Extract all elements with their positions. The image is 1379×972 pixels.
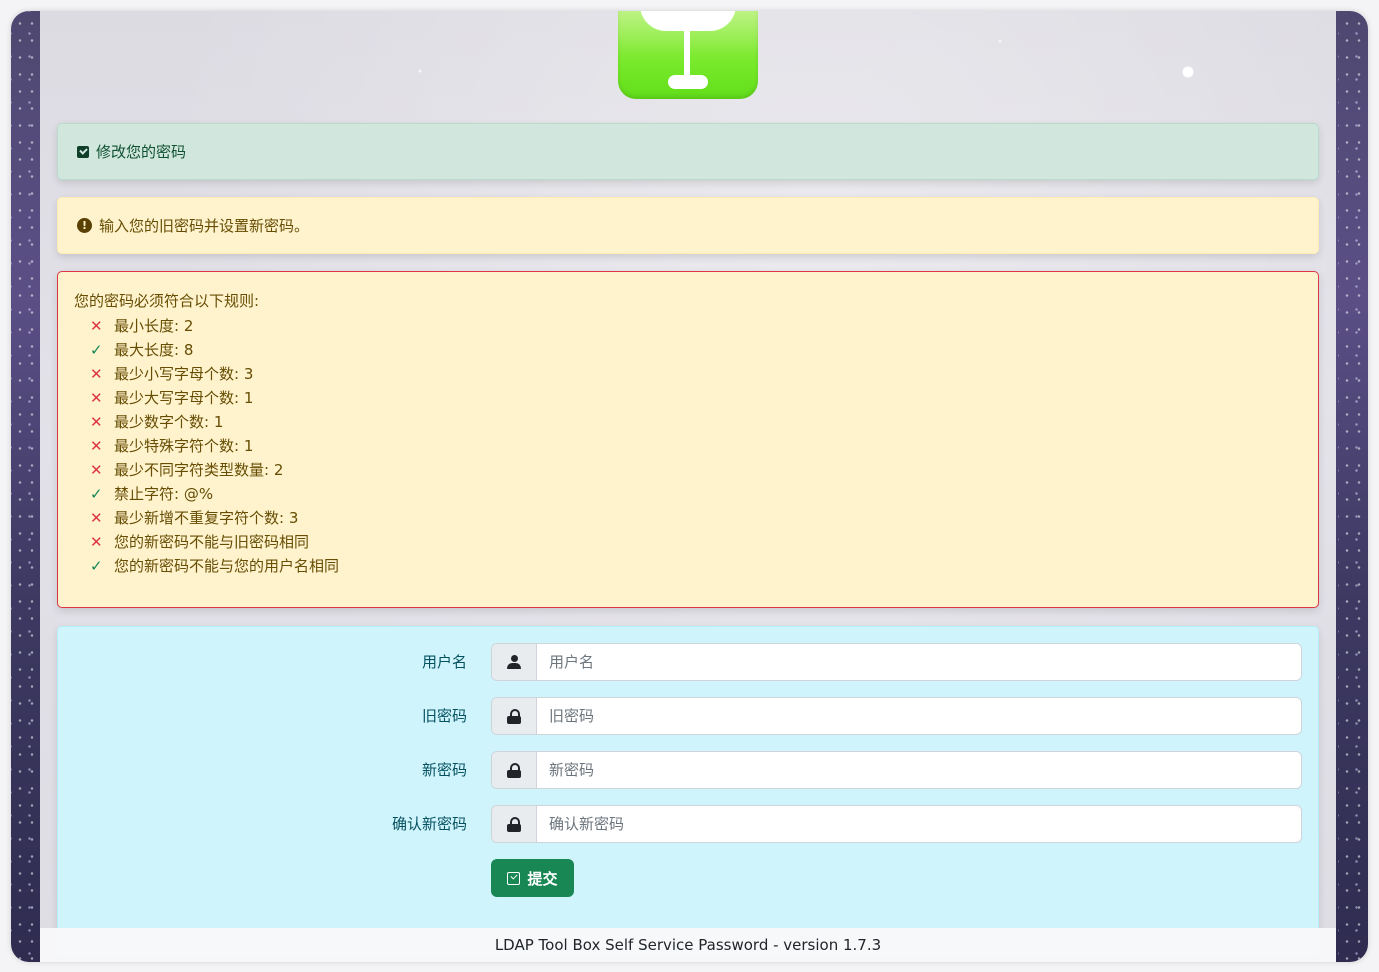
submit-label: 提交 <box>527 869 558 888</box>
exclamation-circle-icon: ! <box>77 218 92 233</box>
confirm-password-addon <box>492 806 537 842</box>
ltb-logo <box>618 11 758 99</box>
background-starfield-left <box>11 11 41 962</box>
logo-cloud <box>640 11 736 31</box>
rule-item: ✕ 最少新增不重复字符个数: 3 <box>90 506 339 530</box>
rules-title: 您的密码必须符合以下规则: <box>74 292 260 310</box>
rule-item: ✕ 您的新密码不能与旧密码相同 <box>90 530 339 554</box>
instruction-alert-row: ! 输入您的旧密码并设置新密码。 <box>77 198 309 253</box>
confirm-password-input-group <box>491 805 1302 843</box>
new-password-input[interactable] <box>537 752 1301 788</box>
fail-x-icon: ✕ <box>90 413 103 431</box>
rule-text: 最大长度: 8 <box>114 341 194 359</box>
fail-x-icon: ✕ <box>90 533 103 551</box>
old-password-input[interactable] <box>537 698 1301 734</box>
rule-text: 您的新密码不能与您的用户名相同 <box>114 557 340 575</box>
rule-text: 最少数字个数: 1 <box>114 413 224 431</box>
rule-item: ✕ 最少大写字母个数: 1 <box>90 386 339 410</box>
rule-item: ✕ 最少特殊字符个数: 1 <box>90 434 339 458</box>
rule-text: 最少小写字母个数: 3 <box>114 365 254 383</box>
pass-check-icon: ✓ <box>90 485 103 503</box>
pass-check-icon: ✓ <box>90 341 103 359</box>
fail-x-icon: ✕ <box>90 437 103 455</box>
old-password-label: 旧密码 <box>421 707 467 725</box>
rule-text: 禁止字符: @% <box>114 485 214 503</box>
old-password-input-group <box>491 697 1302 735</box>
username-row: 用户名 <box>58 643 1318 681</box>
fail-x-icon: ✕ <box>90 365 103 383</box>
old-password-addon <box>492 698 537 734</box>
check-square-icon <box>507 871 521 885</box>
instruction-alert: ! 输入您的旧密码并设置新密码。 <box>57 197 1319 254</box>
fail-x-icon: ✕ <box>90 389 103 407</box>
confirm-password-label: 确认新密码 <box>391 815 467 833</box>
fail-x-icon: ✕ <box>90 509 103 527</box>
instruction-text: 输入您的旧密码并设置新密码。 <box>99 217 310 235</box>
rule-item: ✕ 最少数字个数: 1 <box>90 410 339 434</box>
change-password-alert: 修改您的密码 <box>57 123 1319 180</box>
new-password-input-group <box>491 751 1302 789</box>
username-input[interactable] <box>537 644 1301 680</box>
username-input-group <box>491 643 1302 681</box>
pass-check-icon: ✓ <box>90 557 103 575</box>
rule-text: 最少特殊字符个数: 1 <box>114 437 254 455</box>
logo-stem <box>684 29 690 77</box>
new-password-row: 新密码 <box>58 751 1318 789</box>
rule-text: 最少大写字母个数: 1 <box>114 389 254 407</box>
password-rules-alert: 您的密码必须符合以下规则: ✕ 最小长度: 2 ✓ 最大长度: 8 ✕ 最少小写字母个… <box>57 271 1319 608</box>
rule-text: 最少不同字符类型数量: 2 <box>114 461 284 479</box>
new-password-addon <box>492 752 537 788</box>
rule-text: 最少新增不重复字符个数: 3 <box>114 509 299 527</box>
confirm-password-input[interactable] <box>537 806 1301 842</box>
password-form-panel: 用户名 旧密码 新密码 <box>57 626 1319 956</box>
logo-base <box>668 75 708 89</box>
lock-icon <box>507 816 521 832</box>
rule-item: ✕ 最少不同字符类型数量: 2 <box>90 458 339 482</box>
change-password-alert-row: 修改您的密码 <box>77 124 186 179</box>
background-starfield-right <box>1338 11 1368 962</box>
browser-window: 修改您的密码 ! 输入您的旧密码并设置新密码。 您的密码必须符合以下规则: ✕ 最… <box>11 11 1368 962</box>
rule-text: 最小长度: 2 <box>114 317 194 335</box>
lock-icon <box>507 708 521 724</box>
rule-item: ✓ 禁止字符: @% <box>90 482 339 506</box>
rules-list: ✕ 最小长度: 2 ✓ 最大长度: 8 ✕ 最少小写字母个数: 3 ✕ 最少大写字母个数… <box>90 314 339 578</box>
username-label: 用户名 <box>421 653 467 671</box>
rule-item: ✓ 最大长度: 8 <box>90 338 339 362</box>
rule-item: ✓ 您的新密码不能与您的用户名相同 <box>90 554 339 578</box>
rule-item: ✕ 最小长度: 2 <box>90 314 339 338</box>
page-container: 修改您的密码 ! 输入您的旧密码并设置新密码。 您的密码必须符合以下规则: ✕ 最… <box>40 11 1336 962</box>
new-password-label: 新密码 <box>421 761 467 779</box>
submit-button[interactable]: 提交 <box>491 859 574 897</box>
old-password-row: 旧密码 <box>58 697 1318 735</box>
lock-icon <box>507 762 521 778</box>
footer: LDAP Tool Box Self Service Password - ve… <box>40 928 1336 962</box>
confirm-password-row: 确认新密码 <box>58 805 1318 843</box>
check-square-icon <box>77 145 89 158</box>
fail-x-icon: ✕ <box>90 461 103 479</box>
rule-text: 您的新密码不能与旧密码相同 <box>114 533 310 551</box>
fail-x-icon: ✕ <box>90 317 103 335</box>
rule-item: ✕ 最少小写字母个数: 3 <box>90 362 339 386</box>
change-password-title: 修改您的密码 <box>96 143 187 161</box>
username-addon <box>492 644 537 680</box>
footer-version-text: LDAP Tool Box Self Service Password - ve… <box>494 936 882 954</box>
user-icon <box>507 655 521 669</box>
